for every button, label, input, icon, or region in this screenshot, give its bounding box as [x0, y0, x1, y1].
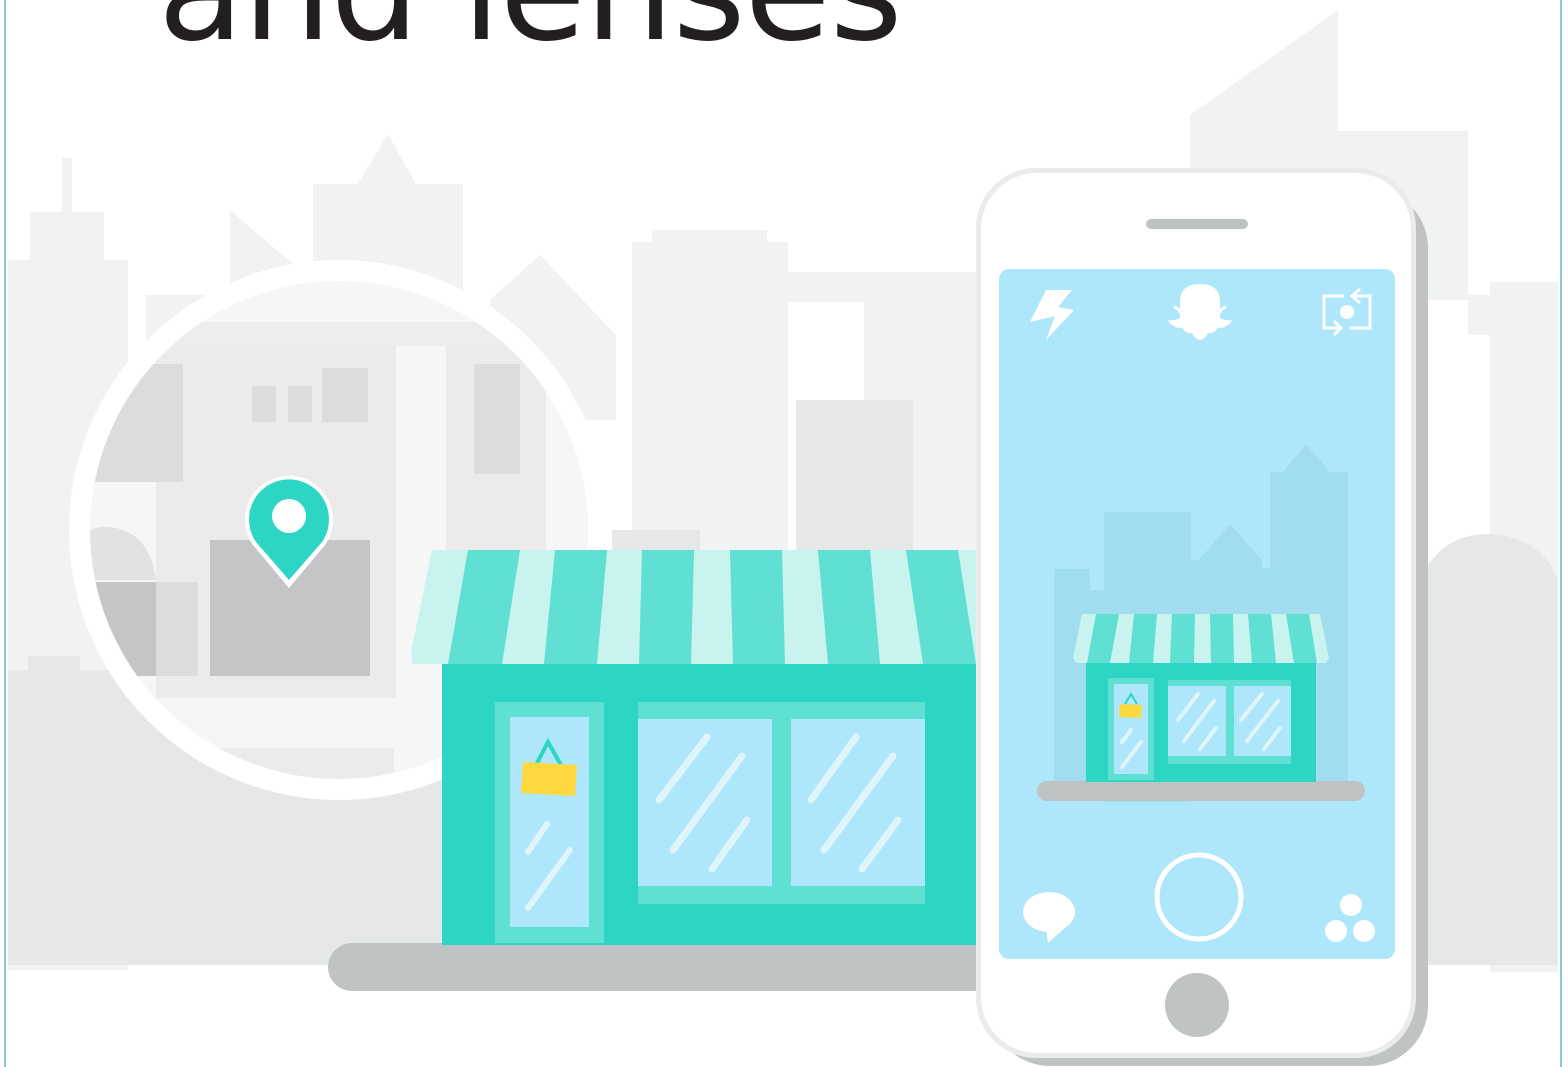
awning [411, 550, 980, 664]
store-door [495, 702, 604, 943]
smartphone [976, 168, 1428, 1066]
illustration-canvas: and lenses [0, 0, 1568, 1067]
phone-speaker [1146, 219, 1248, 229]
store-window [638, 702, 925, 904]
home-button[interactable] [1165, 973, 1229, 1037]
headline-text: and lenses [158, 0, 903, 62]
city-scene [8, 10, 1558, 1066]
